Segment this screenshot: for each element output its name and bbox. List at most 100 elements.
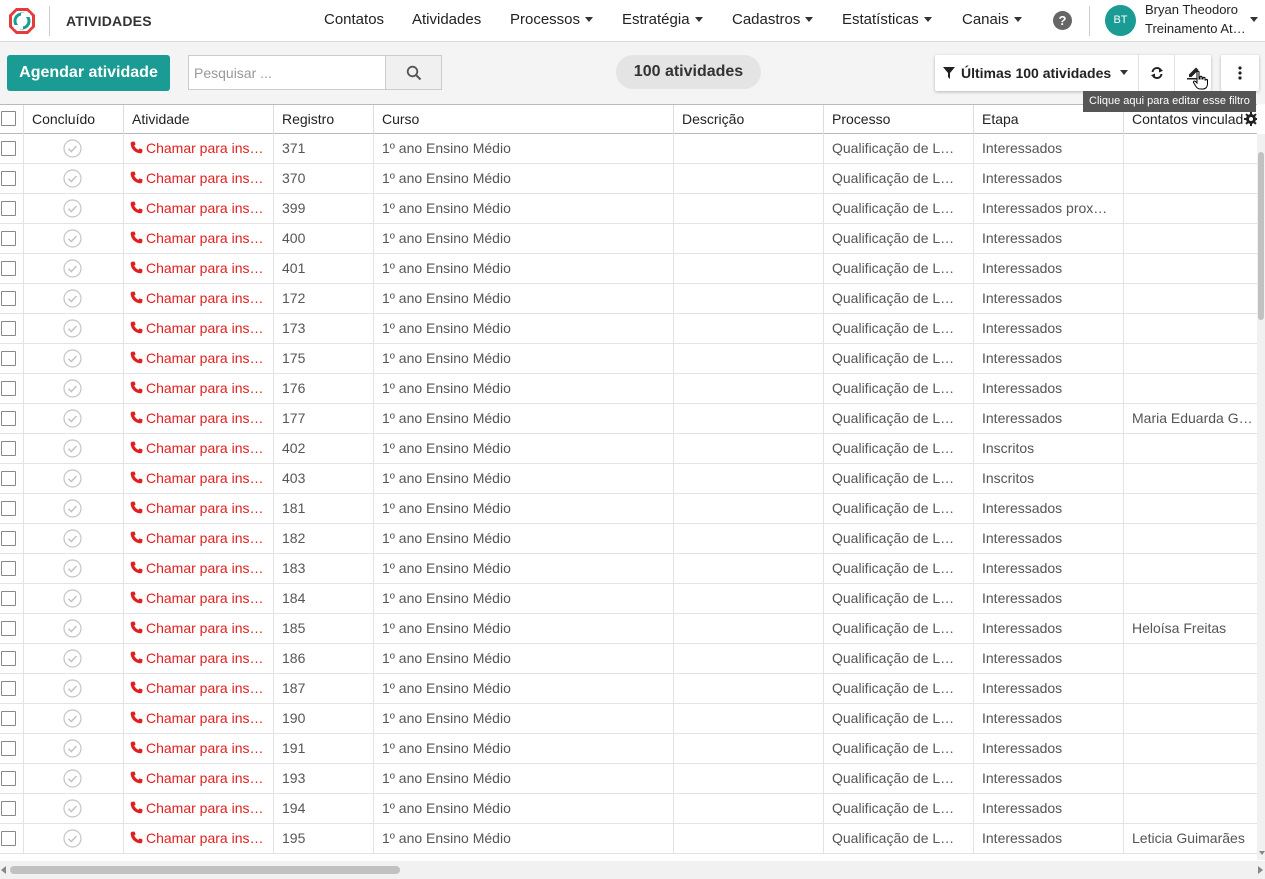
table-row[interactable]: Chamar para ins… 183 1º ano Ensino Médio Qu… [0,554,1257,584]
check-circle-icon[interactable] [63,349,82,368]
activity-cell[interactable]: Chamar para ins… [124,794,274,823]
search-button[interactable] [385,55,442,90]
check-circle-icon[interactable] [63,379,82,398]
activity-name[interactable]: Chamar para ins… [146,380,264,396]
activity-name[interactable]: Chamar para ins… [146,710,264,726]
header-registro[interactable]: Registro [274,105,374,134]
activity-cell[interactable]: Chamar para ins… [124,524,274,553]
table-row[interactable]: Chamar para ins… 401 1º ano Ensino Médio Qu… [0,254,1257,284]
activity-name[interactable]: Chamar para ins… [146,230,264,246]
activity-cell[interactable]: Chamar para ins… [124,374,274,403]
horizontal-scroll-thumb[interactable] [10,866,400,874]
check-circle-icon[interactable] [63,169,82,188]
nav-atividades[interactable]: Atividades [412,11,481,28]
row-checkbox[interactable] [1,771,16,786]
row-checkbox[interactable] [1,381,16,396]
row-checkbox[interactable] [1,171,16,186]
row-checkbox[interactable] [1,261,16,276]
nav-estrategia[interactable]: Estratégia [622,11,703,28]
refresh-button[interactable] [1139,55,1176,91]
check-circle-icon[interactable] [63,559,82,578]
table-row[interactable]: Chamar para ins… 194 1º ano Ensino Médio Qu… [0,794,1257,824]
activity-name[interactable]: Chamar para ins… [146,770,264,786]
table-row[interactable]: Chamar para ins… 400 1º ano Ensino Médio Qu… [0,224,1257,254]
header-atividade[interactable]: Atividade [124,105,274,134]
activity-cell[interactable]: Chamar para ins… [124,344,274,373]
scroll-down-arrow-icon[interactable] [1259,851,1265,855]
activity-cell[interactable]: Chamar para ins… [124,734,274,763]
vertical-scrollbar[interactable] [1257,134,1265,860]
user-org[interactable]: Treinamento At… [1145,21,1246,36]
table-row[interactable]: Chamar para ins… 187 1º ano Ensino Médio Qu… [0,674,1257,704]
activity-cell[interactable]: Chamar para ins… [124,194,274,223]
row-checkbox[interactable] [1,441,16,456]
activity-cell[interactable]: Chamar para ins… [124,134,274,163]
table-row[interactable]: Chamar para ins… 182 1º ano Ensino Médio Qu… [0,524,1257,554]
row-checkbox[interactable] [1,651,16,666]
activity-name[interactable]: Chamar para ins… [146,650,264,666]
row-checkbox[interactable] [1,831,16,846]
activity-cell[interactable]: Chamar para ins… [124,704,274,733]
check-circle-icon[interactable] [63,409,82,428]
table-row[interactable]: Chamar para ins… 177 1º ano Ensino Médio Qu… [0,404,1257,434]
activity-name[interactable]: Chamar para ins… [146,530,264,546]
scroll-right-arrow-icon[interactable] [1258,866,1263,874]
table-row[interactable]: Chamar para ins… 184 1º ano Ensino Médio Qu… [0,584,1257,614]
row-checkbox[interactable] [1,321,16,336]
check-circle-icon[interactable] [63,499,82,518]
row-checkbox[interactable] [1,231,16,246]
check-circle-icon[interactable] [63,139,82,158]
row-checkbox[interactable] [1,681,16,696]
activity-name[interactable]: Chamar para ins… [146,410,264,426]
row-checkbox[interactable] [1,741,16,756]
help-icon[interactable]: ? [1053,11,1072,30]
activity-cell[interactable]: Chamar para ins… [124,644,274,673]
table-row[interactable]: Chamar para ins… 371 1º ano Ensino Médio Qu… [0,134,1257,164]
activity-name[interactable]: Chamar para ins… [146,830,264,846]
check-circle-icon[interactable] [63,799,82,818]
activity-name[interactable]: Chamar para ins… [146,170,264,186]
check-circle-icon[interactable] [63,709,82,728]
scroll-left-arrow-icon[interactable] [1,866,6,874]
row-checkbox[interactable] [1,291,16,306]
activity-cell[interactable]: Chamar para ins… [124,254,274,283]
nav-estatisticas[interactable]: Estatísticas [842,11,932,28]
header-processo[interactable]: Processo [824,105,974,134]
activity-cell[interactable]: Chamar para ins… [124,494,274,523]
more-options-button[interactable] [1221,55,1259,91]
activity-cell[interactable]: Chamar para ins… [124,674,274,703]
user-name[interactable]: Bryan Theodoro [1145,2,1238,17]
check-circle-icon[interactable] [63,229,82,248]
search-input[interactable] [188,55,386,90]
check-circle-icon[interactable] [63,319,82,338]
check-circle-icon[interactable] [63,529,82,548]
activity-name[interactable]: Chamar para ins… [146,800,264,816]
table-row[interactable]: Chamar para ins… 195 1º ano Ensino Médio Qu… [0,824,1257,854]
row-checkbox[interactable] [1,411,16,426]
activity-name[interactable]: Chamar para ins… [146,470,264,486]
row-checkbox[interactable] [1,531,16,546]
row-checkbox[interactable] [1,471,16,486]
table-row[interactable]: Chamar para ins… 370 1º ano Ensino Médio Qu… [0,164,1257,194]
activity-name[interactable]: Chamar para ins… [146,560,264,576]
activity-name[interactable]: Chamar para ins… [146,500,264,516]
check-circle-icon[interactable] [63,289,82,308]
check-circle-icon[interactable] [63,589,82,608]
row-checkbox[interactable] [1,621,16,636]
activity-cell[interactable]: Chamar para ins… [124,584,274,613]
activity-cell[interactable]: Chamar para ins… [124,404,274,433]
activity-name[interactable]: Chamar para ins… [146,680,264,696]
vertical-scroll-thumb[interactable] [1258,152,1264,320]
nav-contatos[interactable]: Contatos [324,11,384,28]
activity-cell[interactable]: Chamar para ins… [124,164,274,193]
check-circle-icon[interactable] [63,259,82,278]
activity-cell[interactable]: Chamar para ins… [124,614,274,643]
activity-name[interactable]: Chamar para ins… [146,590,264,606]
user-menu-chevron-icon[interactable] [1250,17,1258,22]
check-circle-icon[interactable] [63,739,82,758]
activity-cell[interactable]: Chamar para ins… [124,764,274,793]
horizontal-scrollbar[interactable] [0,861,1265,879]
check-circle-icon[interactable] [63,619,82,638]
row-checkbox[interactable] [1,501,16,516]
activity-cell[interactable]: Chamar para ins… [124,554,274,583]
